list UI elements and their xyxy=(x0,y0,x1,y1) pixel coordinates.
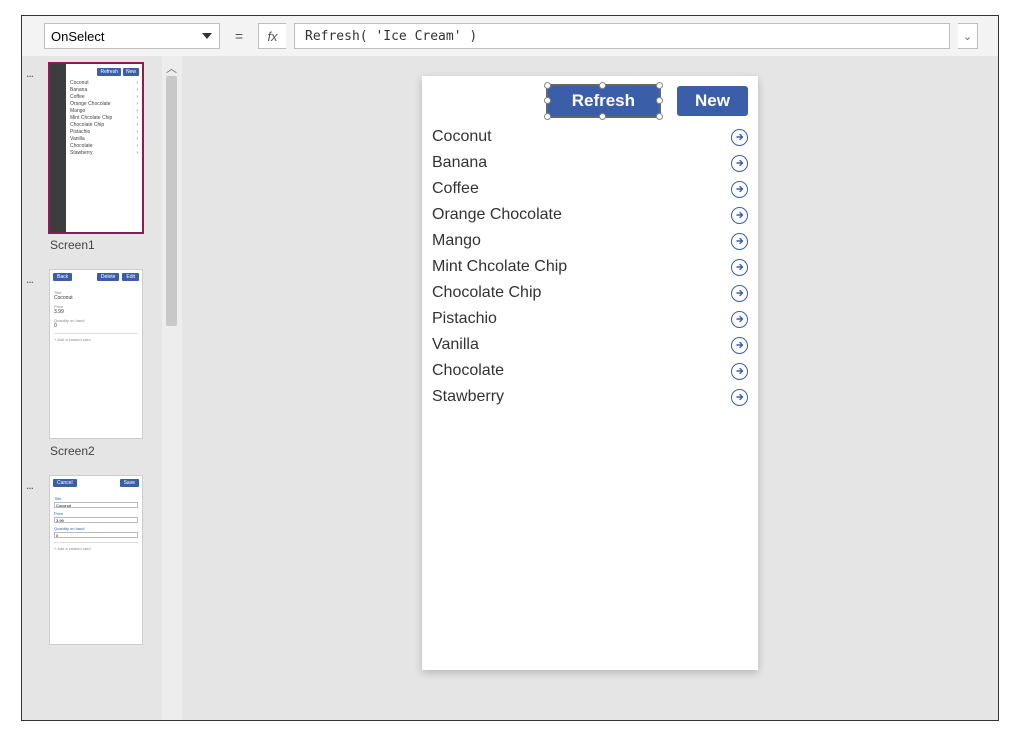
thumbnail-refresh-button: Refresh xyxy=(97,68,121,76)
list-item-label: Orange Chocolate xyxy=(432,206,562,224)
list-item: Orange Chocolate› xyxy=(70,101,138,108)
resize-handle-icon[interactable] xyxy=(656,82,663,89)
thumbnail-screen2-block: ... Back Delete Edit Title Coconut Price… xyxy=(22,270,162,458)
list-item[interactable]: Chocolate Chip xyxy=(432,280,748,306)
list-item[interactable]: Stawberry xyxy=(432,384,748,410)
list-item[interactable]: Pistachio xyxy=(432,306,748,332)
formula-input[interactable] xyxy=(294,23,950,49)
resize-handle-icon[interactable] xyxy=(544,82,551,89)
list-item[interactable]: Mango xyxy=(432,228,748,254)
thumbnail-screen1-list: Coconut›Banana›Coffee›Orange Chocolate›M… xyxy=(70,80,138,157)
resize-handle-icon[interactable] xyxy=(544,113,551,120)
list-item-label: Chocolate xyxy=(432,362,504,380)
thumbnail-delete-button: Delete xyxy=(97,273,119,281)
property-select-wrap: OnSelect xyxy=(44,23,220,49)
list-item: Coffee› xyxy=(70,94,138,101)
thumbnail-screen3[interactable]: Cancel Save Title Coconut Price 3.99 Qua… xyxy=(50,476,142,644)
arrow-right-icon[interactable] xyxy=(731,311,748,328)
refresh-button[interactable]: Refresh xyxy=(548,86,659,116)
canvas-screen: Refresh New Coconut Banana Coffee Orange Ch… xyxy=(422,76,758,670)
canvas-gallery: Coconut Banana Coffee Orange Chocolate Mango… xyxy=(422,122,758,412)
thumbnail-scrollbar[interactable]: ︿ xyxy=(162,56,182,720)
arrow-right-icon[interactable] xyxy=(731,207,748,224)
thumbnail-edit-button: Edit xyxy=(122,273,139,281)
thumbnail-screen1-label: Screen1 xyxy=(50,238,162,252)
thumbnail-screen2-label: Screen2 xyxy=(50,444,162,458)
list-item: Mint Chcolate Chip› xyxy=(70,115,138,122)
list-item[interactable]: Vanilla xyxy=(432,332,748,358)
resize-handle-icon[interactable] xyxy=(656,97,663,104)
arrow-right-icon[interactable] xyxy=(731,363,748,380)
thumbnail-back-button: Back xyxy=(53,273,72,281)
formula-expand-button[interactable]: ⌄ xyxy=(958,23,978,49)
list-item: Banana› xyxy=(70,87,138,94)
list-item-label: Pistachio xyxy=(432,310,497,328)
resize-handle-icon[interactable] xyxy=(656,113,663,120)
thumbnail-screen1-buttons: Refresh New xyxy=(97,68,139,76)
scroll-up-icon[interactable]: ︿ xyxy=(166,60,177,76)
arrow-right-icon[interactable] xyxy=(731,285,748,302)
arrow-right-icon[interactable] xyxy=(731,233,748,250)
list-item: Pistachio› xyxy=(70,129,138,136)
list-item[interactable]: Coconut xyxy=(432,124,748,150)
list-item: Mango› xyxy=(70,108,138,115)
arrow-right-icon[interactable] xyxy=(731,155,748,172)
thumbnail-new-button: New xyxy=(123,68,139,76)
thumbnail-screen1-block: ... Refresh New Coconut›Banana›Coffee›Or… xyxy=(22,64,162,252)
app-window: OnSelect = fx ⌄ ... Refresh New Coconut›… xyxy=(21,15,999,721)
resize-handle-icon[interactable] xyxy=(544,97,551,104)
arrow-right-icon[interactable] xyxy=(731,389,748,406)
thumbnail-screen1[interactable]: Refresh New Coconut›Banana›Coffee›Orange… xyxy=(50,64,142,232)
thumbnail-context-menu-icon[interactable]: ... xyxy=(26,272,33,286)
list-item[interactable]: Banana xyxy=(432,150,748,176)
list-item: Chocolate› xyxy=(70,143,138,150)
list-item[interactable]: Mint Chcolate Chip xyxy=(432,254,748,280)
thumbnail-context-menu-icon[interactable]: ... xyxy=(26,66,33,80)
thumbnail-screen2[interactable]: Back Delete Edit Title Coconut Price 3.9… xyxy=(50,270,142,438)
property-dropdown[interactable]: OnSelect xyxy=(44,23,220,49)
thumbnail-context-menu-icon[interactable]: ... xyxy=(26,478,33,492)
arrow-right-icon[interactable] xyxy=(731,129,748,146)
list-item-label: Coconut xyxy=(432,128,492,146)
list-item-label: Vanilla xyxy=(432,336,479,354)
arrow-right-icon[interactable] xyxy=(731,181,748,198)
new-button[interactable]: New xyxy=(677,86,748,116)
list-item: Stawberry› xyxy=(70,150,138,157)
arrow-right-icon[interactable] xyxy=(731,337,748,354)
list-item-label: Chocolate Chip xyxy=(432,284,541,302)
fx-label: fx xyxy=(258,23,286,49)
list-item[interactable]: Chocolate xyxy=(432,358,748,384)
thumbnail-cancel-button: Cancel xyxy=(53,479,77,487)
list-item-label: Mango xyxy=(432,232,481,250)
thumbnail-screen3-block: ... Cancel Save Title Coconut Price 3.99… xyxy=(22,476,162,644)
list-item-label: Coffee xyxy=(432,180,479,198)
thumbnail-screen1-leftstrip xyxy=(50,64,66,232)
screen-thumbnail-rail: ... Refresh New Coconut›Banana›Coffee›Or… xyxy=(22,56,162,720)
scrollbar-thumb[interactable] xyxy=(166,76,177,326)
canvas-toolbar: Refresh New xyxy=(422,76,758,122)
resize-handle-icon[interactable] xyxy=(599,113,606,120)
list-item-label: Stawberry xyxy=(432,388,504,406)
list-item: Chocolate Chip› xyxy=(70,122,138,129)
canvas-area: Refresh New Coconut Banana Coffee Orange Ch… xyxy=(182,56,998,720)
equals-label: = xyxy=(228,23,250,49)
list-item[interactable]: Orange Chocolate xyxy=(432,202,748,228)
formula-bar: OnSelect = fx ⌄ xyxy=(22,16,998,56)
list-item: Vanilla› xyxy=(70,136,138,143)
thumbnail-save-button: Save xyxy=(120,479,139,487)
list-item: Coconut› xyxy=(70,80,138,87)
list-item-label: Mint Chcolate Chip xyxy=(432,258,567,276)
workspace: ... Refresh New Coconut›Banana›Coffee›Or… xyxy=(22,56,998,720)
list-item[interactable]: Coffee xyxy=(432,176,748,202)
arrow-right-icon[interactable] xyxy=(731,259,748,276)
refresh-button-selection[interactable]: Refresh xyxy=(548,86,659,116)
list-item-label: Banana xyxy=(432,154,487,172)
